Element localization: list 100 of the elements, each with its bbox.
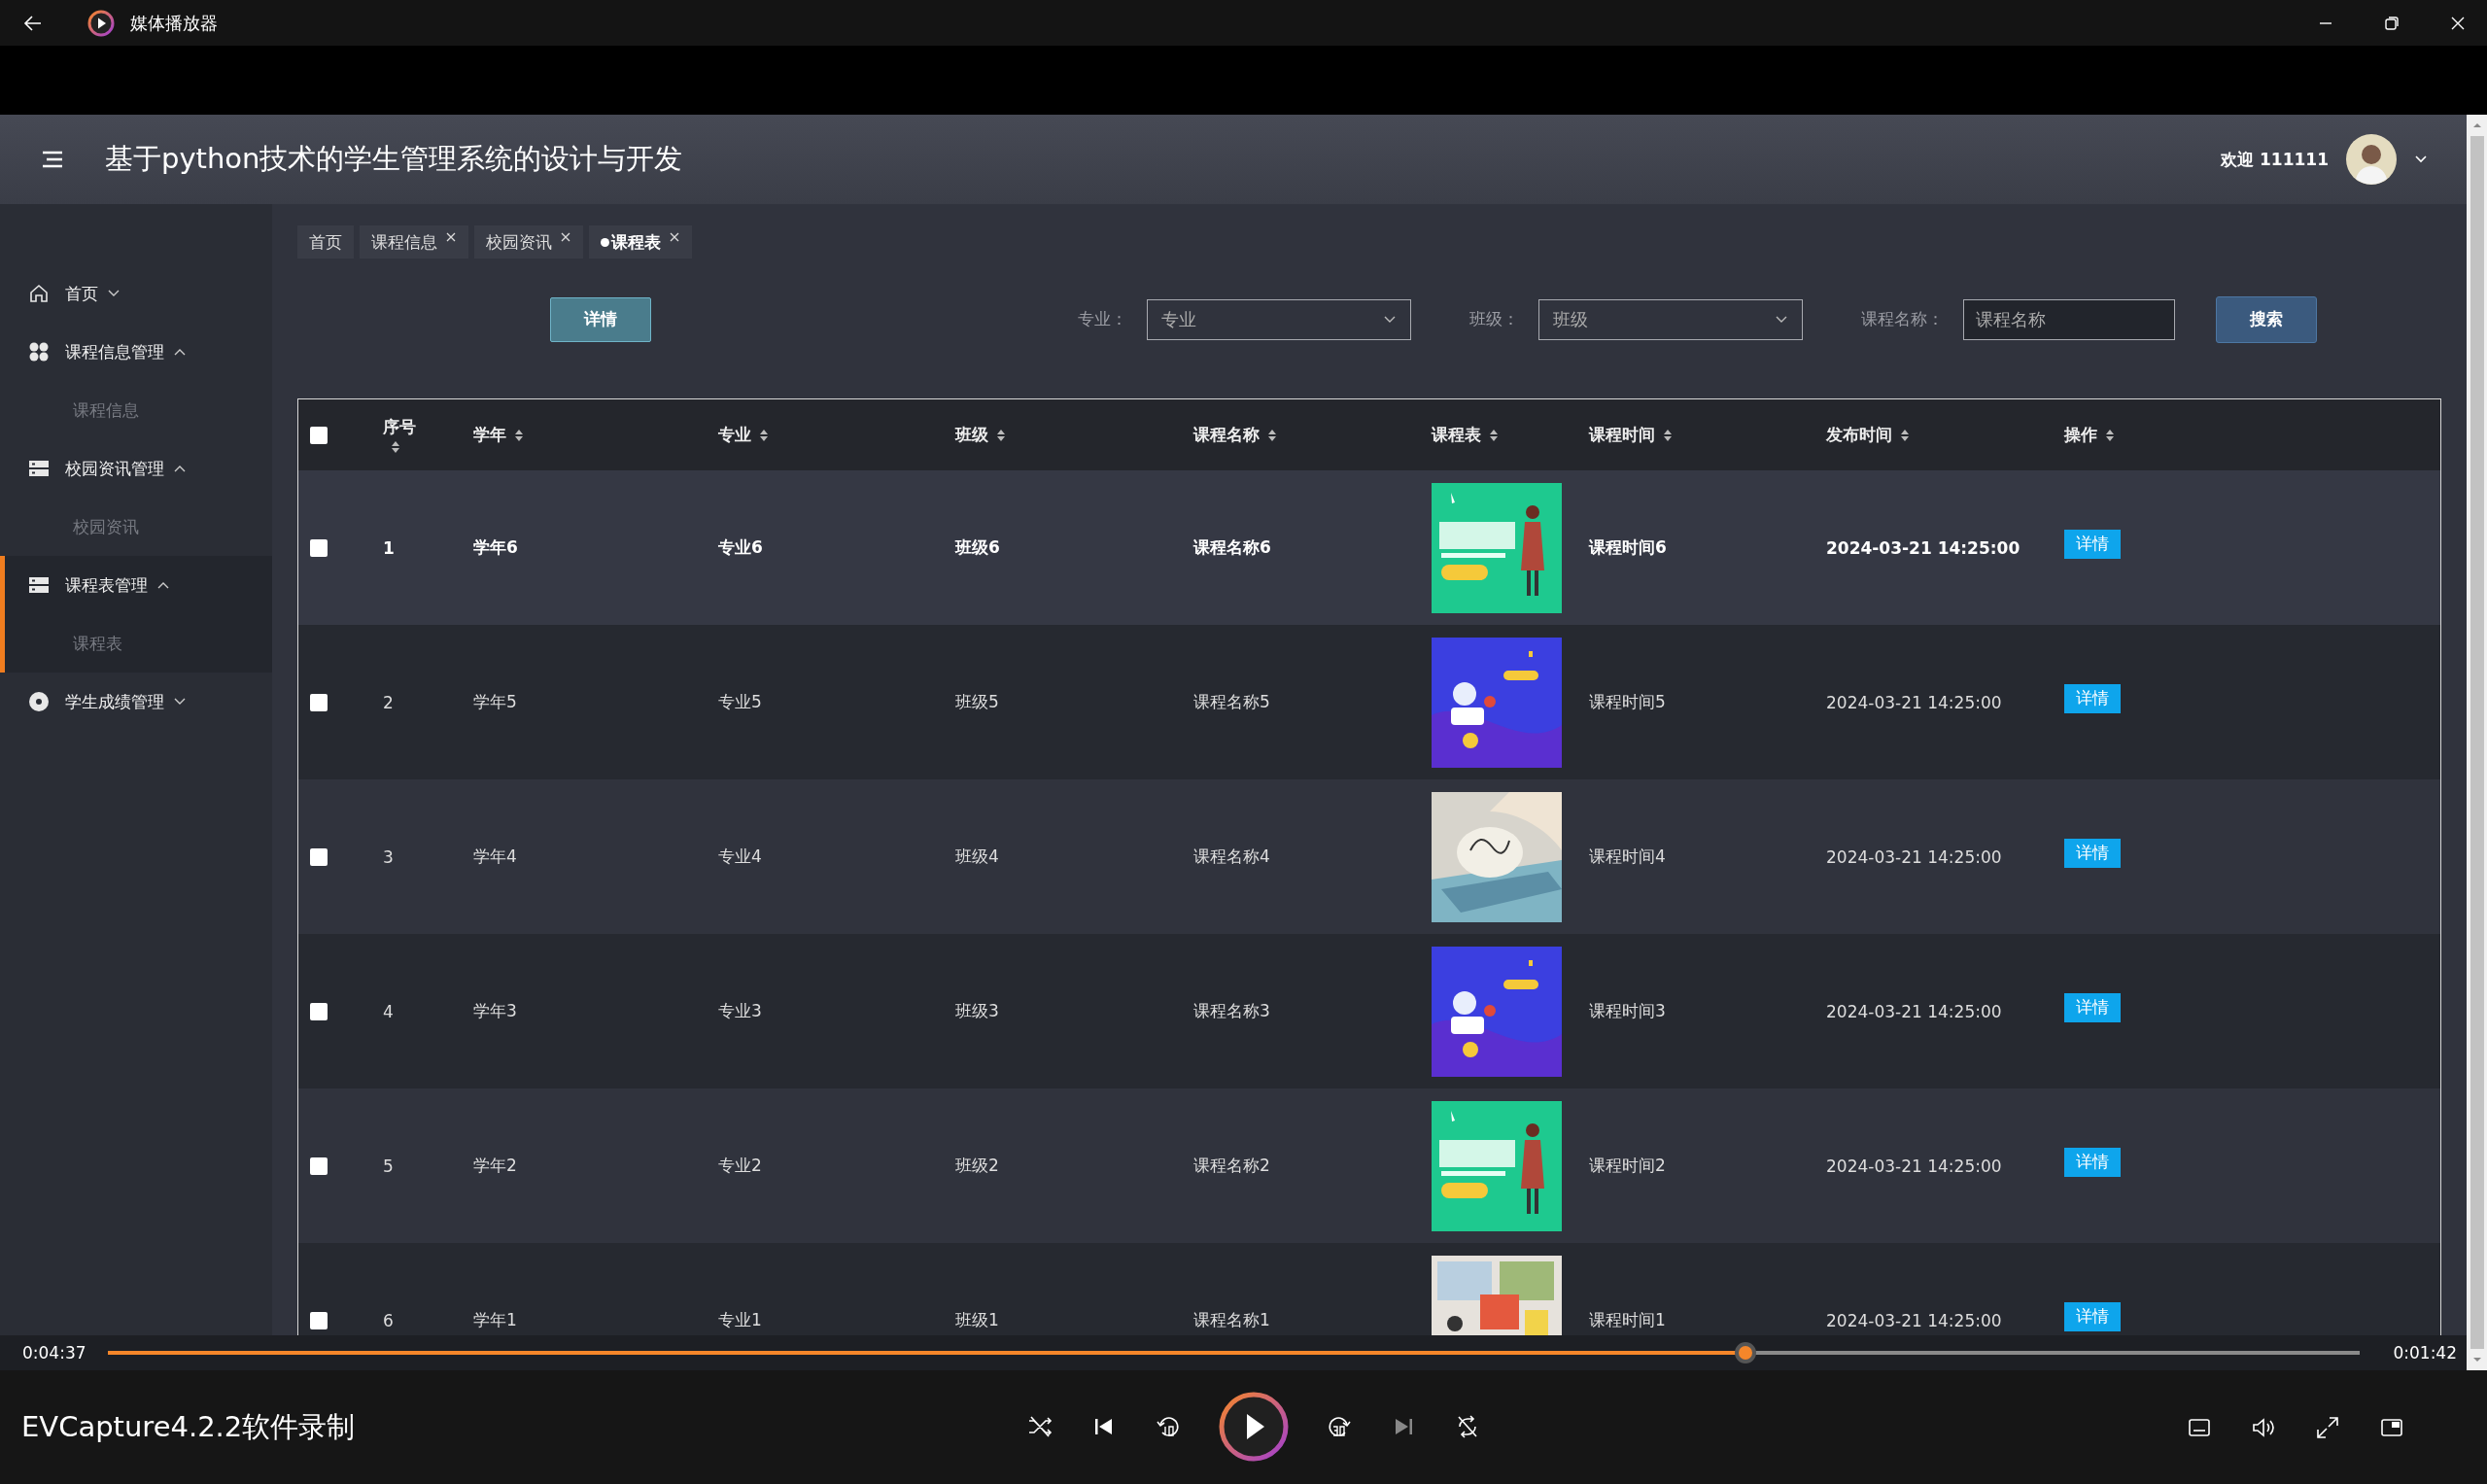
- table-row[interactable]: 4 学年3 专业3 班级3 课程名称3 课程时间3 2024-03-21 14:25:00 详情: [298, 934, 2440, 1088]
- chevron-down-icon: [1775, 314, 1788, 325]
- table-cell: 专业1: [718, 1309, 762, 1331]
- table-row[interactable]: 6 学年1 专业1 班级1 课程名称1 课程时间1 2024-03-21 14:25:00 详情: [298, 1243, 2440, 1335]
- scrollbar[interactable]: [2467, 115, 2487, 1370]
- remaining-time: 0:01:42: [2393, 1343, 2457, 1363]
- table-cell: 2024-03-21 14:25:00: [1826, 692, 2002, 712]
- progress-thumb[interactable]: [1734, 1342, 1756, 1363]
- table-row[interactable]: 1 学年6 专业6 班级6 课程名称6 课程时间6 2024-03-21 14:25:00 详情: [298, 470, 2440, 625]
- column-header: 发布时间: [1826, 424, 1892, 446]
- elapsed-time: 0:04:37: [22, 1343, 86, 1363]
- tab-label: 课程信息: [371, 230, 437, 254]
- checkbox[interactable]: [310, 847, 328, 866]
- back-arrow-icon[interactable]: [23, 13, 43, 33]
- table-cell: 5: [383, 1156, 394, 1176]
- sidebar-item[interactable]: 课程信息管理: [5, 323, 272, 381]
- scroll-up-icon[interactable]: [2471, 122, 2482, 128]
- table-cell: 1: [383, 537, 395, 558]
- table-cell: 课程名称6: [1193, 536, 1271, 559]
- select-field[interactable]: 班级: [1538, 298, 1803, 340]
- menu-icon[interactable]: [41, 150, 64, 169]
- checkbox[interactable]: [310, 693, 328, 711]
- tab[interactable]: 校园资讯: [474, 225, 583, 259]
- table-cell: 班级3: [955, 1000, 999, 1022]
- checkbox[interactable]: [310, 1156, 328, 1175]
- progress-track[interactable]: [107, 1342, 2361, 1363]
- sidebar-item[interactable]: 首页: [5, 264, 272, 323]
- tab-label: 首页: [309, 230, 342, 254]
- table-cell: 课程名称1: [1193, 1309, 1270, 1331]
- select-field[interactable]: 专业: [1147, 298, 1411, 340]
- sort-icon[interactable]: [2105, 428, 2115, 442]
- checkbox[interactable]: [310, 538, 328, 557]
- table-cell: 3: [383, 846, 394, 867]
- tab[interactable]: 课程表: [589, 225, 692, 259]
- sort-icon[interactable]: [1267, 428, 1277, 442]
- column-header: 课程表: [1432, 424, 1481, 446]
- table-cell: 专业3: [718, 1000, 762, 1022]
- table-cell: 2024-03-21 14:25:00: [1826, 537, 2021, 558]
- active-dot: [601, 237, 609, 247]
- column-header: 课程时间: [1589, 424, 1655, 446]
- table-cell: 课程时间5: [1589, 691, 1666, 713]
- table-cell: 课程时间1: [1589, 1309, 1666, 1331]
- table-cell: 学年4: [473, 846, 517, 868]
- stack-icon: [28, 574, 50, 596]
- table-row[interactable]: 2 学年5 专业5 班级5 课程名称5 课程时间5 2024-03-21 14:25:00 详情: [298, 625, 2440, 779]
- table-cell: 2024-03-21 14:25:00: [1826, 1156, 2002, 1176]
- sidebar-subitem[interactable]: 课程表: [5, 614, 272, 673]
- app-title: 媒体播放器: [130, 11, 218, 35]
- table-cell: 2: [383, 692, 394, 712]
- table-cell: 学年1: [473, 1309, 517, 1331]
- table-cell: 2024-03-21 14:25:00: [1826, 1001, 2002, 1021]
- tab-label: 校园资讯: [486, 230, 552, 254]
- table-cell: 2024-03-21 14:25:00: [1826, 846, 2002, 867]
- table-cell: 课程时间4: [1589, 846, 1666, 868]
- filter-label: 专业：: [1078, 308, 1127, 330]
- scroll-down-icon[interactable]: [2471, 1357, 2482, 1363]
- sort-icon[interactable]: [1900, 428, 1910, 442]
- close-icon[interactable]: [560, 231, 571, 243]
- welcome-text: 欢迎 111111: [2221, 148, 2329, 171]
- sort-icon[interactable]: [759, 428, 769, 442]
- table-cell: 专业6: [718, 536, 763, 559]
- chevron-down-icon[interactable]: [2414, 155, 2428, 164]
- avatar-icon[interactable]: [2346, 134, 2397, 185]
- table-cell: 专业5: [718, 691, 762, 713]
- tab[interactable]: 课程信息: [360, 225, 468, 259]
- table-cell: 学年3: [473, 1000, 517, 1022]
- sort-icon[interactable]: [996, 428, 1006, 442]
- sort-icon[interactable]: [1663, 428, 1673, 442]
- input-field[interactable]: 课程名称: [1963, 298, 2175, 340]
- table-cell: 6: [383, 1310, 394, 1330]
- search-button[interactable]: 搜索: [2216, 295, 2317, 343]
- video-title: EVCapture4.2.2软件录制: [21, 1408, 357, 1445]
- table-cell: 班级2: [955, 1155, 999, 1177]
- play-button-icon[interactable]: [1219, 1392, 1289, 1462]
- tab[interactable]: 首页: [297, 225, 354, 259]
- disc-icon: [28, 691, 50, 712]
- checkbox[interactable]: [310, 1002, 328, 1020]
- checkbox[interactable]: [310, 426, 328, 444]
- sort-icon[interactable]: [514, 428, 524, 442]
- sort-icon[interactable]: [391, 440, 400, 454]
- column-header: 操作: [2064, 424, 2097, 446]
- detail-button[interactable]: 详情: [550, 296, 651, 342]
- sidebar-item[interactable]: 课程表管理: [5, 556, 272, 614]
- table-cell: 课程名称2: [1193, 1155, 1270, 1177]
- table-cell: 班级1: [955, 1309, 999, 1331]
- table-cell: 学年2: [473, 1155, 517, 1177]
- table-cell: 课程名称4: [1193, 846, 1270, 868]
- tab-label: 课程表: [611, 230, 661, 254]
- table-cell: 专业4: [718, 846, 762, 868]
- filter-label: 班级：: [1469, 308, 1519, 330]
- table-cell: 课程时间2: [1589, 1155, 1666, 1177]
- sidebar-item[interactable]: 学生成绩管理: [5, 673, 272, 731]
- close-icon[interactable]: [669, 231, 680, 243]
- sidebar-item[interactable]: 校园资讯管理: [5, 439, 272, 498]
- sort-icon[interactable]: [1489, 428, 1499, 442]
- table-cell: 班级4: [955, 846, 999, 868]
- close-icon[interactable]: [445, 231, 457, 243]
- stack-icon: [28, 458, 50, 479]
- home-icon: [28, 283, 50, 304]
- checkbox[interactable]: [310, 1311, 328, 1329]
